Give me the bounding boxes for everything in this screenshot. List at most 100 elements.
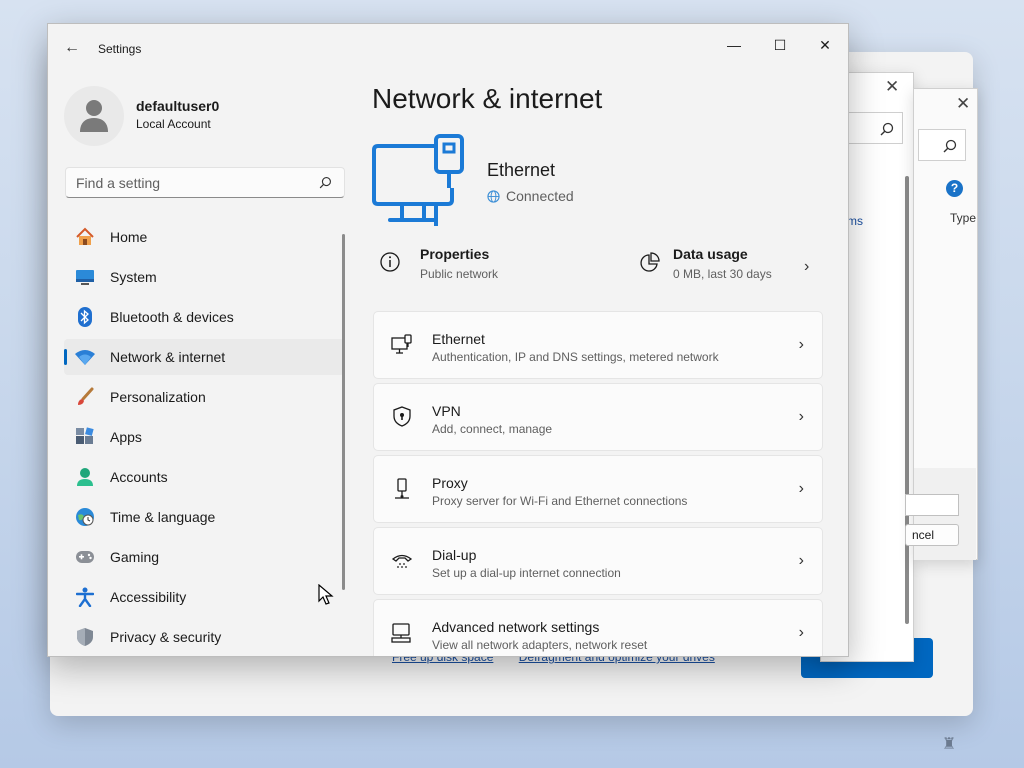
monitor-network-icon	[391, 623, 411, 643]
sidebar-item-label: Personalization	[110, 389, 206, 405]
card-title: Proxy	[432, 475, 468, 491]
dial-up-card[interactable]: Dial-up Set up a dial-up internet connec…	[373, 527, 823, 595]
pie-chart-icon	[640, 252, 660, 272]
settings-list: Ethernet Authentication, IP and DNS sett…	[373, 311, 823, 656]
search-input[interactable]	[76, 173, 306, 193]
sidebar-item-bluetooth[interactable]: Bluetooth & devices	[64, 299, 344, 335]
proxy-card[interactable]: Proxy Proxy server for Wi-Fi and Etherne…	[373, 455, 823, 523]
close-icon[interactable]: ✕	[885, 77, 899, 97]
card-subtitle: Proxy server for Wi-Fi and Ethernet conn…	[432, 494, 688, 508]
wifi-icon	[74, 346, 96, 368]
sidebar-item-label: Time & language	[110, 509, 216, 525]
properties-title: Properties	[420, 246, 490, 262]
sidebar-item-label: Privacy & security	[110, 629, 222, 645]
scrollbar[interactable]	[905, 176, 909, 624]
gamepad-icon	[74, 546, 96, 568]
help-icon[interactable]: ?	[946, 180, 963, 197]
close-icon[interactable]: ✕	[956, 94, 970, 114]
user-icon	[80, 100, 108, 132]
chevron-right-icon: ›	[798, 408, 804, 425]
info-icon	[380, 252, 400, 272]
ethernet-hero-icon	[372, 134, 464, 226]
sidebar-item-label: Home	[110, 229, 148, 245]
connection-status-text: Connected	[506, 188, 574, 204]
sidebar-item-time-language[interactable]: Time & language	[64, 499, 344, 535]
card-subtitle: Add, connect, manage	[432, 422, 553, 436]
sidebar-item-label: Apps	[110, 429, 142, 445]
card-subtitle: View all network adapters, network reset	[432, 638, 648, 652]
accounts-icon	[74, 466, 96, 488]
minimize-button[interactable]: —	[712, 30, 756, 60]
search-icon	[943, 139, 957, 153]
maximize-button[interactable]: ☐	[758, 30, 802, 60]
apps-icon	[74, 426, 96, 448]
card-subtitle: Set up a dial-up internet connection	[432, 566, 621, 580]
search-icon	[880, 122, 894, 136]
settings-window: ← Settings — ☐ ✕ defaultuser0 Local Acco…	[47, 23, 849, 657]
back-button[interactable]: ←	[60, 36, 84, 60]
data-usage-title: Data usage	[673, 246, 748, 262]
sidebar-item-accessibility[interactable]: Accessibility	[64, 579, 344, 615]
card-subtitle: Authentication, IP and DNS settings, met…	[432, 350, 719, 364]
sidebar-item-gaming[interactable]: Gaming	[64, 539, 344, 575]
properties-subtitle: Public network	[420, 267, 499, 281]
sidebar-item-personalization[interactable]: Personalization	[64, 379, 344, 415]
sidebar-item-system[interactable]: System	[64, 259, 344, 295]
card-title: Dial-up	[432, 547, 477, 563]
properties-link[interactable]: Properties Public network	[380, 240, 600, 296]
recycle-icon[interactable]: ♜	[942, 734, 962, 754]
page-title: Network & internet	[372, 83, 603, 114]
globe-clock-icon	[74, 506, 96, 528]
data-usage-subtitle: 0 MB, last 30 days	[673, 267, 772, 281]
system-icon	[74, 266, 96, 288]
connection-name: Ethernet	[487, 160, 556, 180]
ethernet-card[interactable]: Ethernet Authentication, IP and DNS sett…	[373, 311, 823, 379]
sidebar-item-accounts[interactable]: Accounts	[64, 459, 344, 495]
chevron-right-icon: ›	[798, 552, 804, 569]
chevron-right-icon[interactable]: ›	[804, 258, 809, 276]
avatar[interactable]	[64, 86, 124, 146]
ethernet-icon	[391, 334, 412, 354]
shield-icon	[74, 626, 96, 648]
advanced-network-settings-card[interactable]: Advanced network settings View all netwo…	[373, 599, 823, 656]
sidebar-nav: Home System Bluetooth & devices Network …	[64, 219, 344, 656]
mouse-cursor-icon	[318, 584, 334, 605]
background-link-text[interactable]: ms	[847, 214, 863, 228]
app-title: Settings	[98, 42, 142, 56]
background-input[interactable]	[905, 494, 959, 516]
vpn-shield-icon	[393, 406, 411, 427]
search-icon[interactable]	[319, 176, 332, 189]
account-type: Local Account	[136, 117, 211, 131]
background-search-box-2[interactable]	[918, 129, 966, 161]
card-title: Ethernet	[432, 331, 485, 347]
sidebar-item-home[interactable]: Home	[64, 219, 344, 255]
sidebar-item-label: Bluetooth & devices	[110, 309, 234, 325]
sidebar-scrollbar[interactable]	[342, 234, 345, 590]
user-profile[interactable]: defaultuser0 Local Account	[64, 80, 344, 146]
sidebar-item-label: Accessibility	[110, 589, 187, 605]
chevron-right-icon: ›	[798, 624, 804, 641]
bluetooth-icon	[74, 306, 96, 328]
home-icon	[74, 226, 96, 248]
sidebar-item-label: Accounts	[110, 469, 168, 485]
column-header-type[interactable]: Type	[950, 211, 976, 225]
sidebar-item-apps[interactable]: Apps	[64, 419, 344, 455]
chevron-right-icon: ›	[798, 336, 804, 353]
phone-icon	[391, 554, 413, 568]
accessibility-icon	[74, 586, 96, 608]
close-button[interactable]: ✕	[803, 30, 847, 60]
search-box[interactable]	[65, 167, 345, 198]
sidebar-item-label: System	[110, 269, 157, 285]
card-title: Advanced network settings	[432, 619, 600, 635]
chevron-right-icon: ›	[798, 480, 804, 497]
sidebar-item-network[interactable]: Network & internet	[64, 339, 344, 375]
connection-status: Connected	[487, 188, 574, 204]
vpn-card[interactable]: VPN Add, connect, manage ›	[373, 383, 823, 451]
sidebar-item-label: Gaming	[110, 549, 160, 565]
title-bar: ← Settings — ☐ ✕	[48, 24, 848, 72]
sidebar-item-privacy[interactable]: Privacy & security	[64, 619, 344, 655]
background-search-box[interactable]	[845, 112, 903, 144]
cancel-button[interactable]: ncel	[905, 524, 959, 546]
user-name: defaultuser0	[136, 98, 220, 114]
globe-icon	[487, 189, 500, 203]
